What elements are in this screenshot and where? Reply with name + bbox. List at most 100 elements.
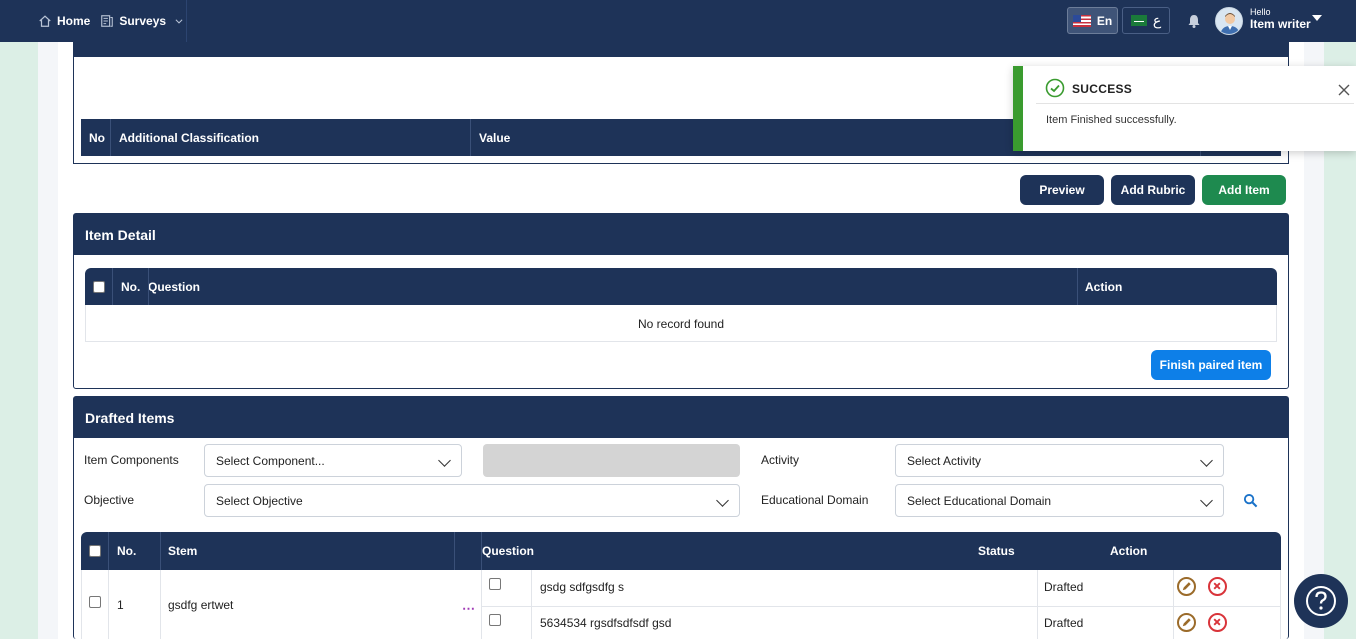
- question-status: Drafted: [1044, 616, 1084, 630]
- surveys-label: Surveys: [119, 14, 167, 28]
- divider: [1037, 570, 1038, 639]
- help-button[interactable]: [1294, 574, 1348, 628]
- pencil-icon: [1182, 618, 1191, 627]
- objective-value: Select Objective: [216, 493, 303, 508]
- divider: [148, 268, 149, 305]
- row-number: 1: [117, 598, 124, 612]
- edit-icon[interactable]: [1177, 577, 1196, 596]
- user-greeting[interactable]: Hello Item writer: [1250, 7, 1311, 31]
- drafted-items-title: Drafted Items: [74, 397, 1288, 438]
- chevron-down-icon: [438, 454, 451, 467]
- surveys-menu[interactable]: Surveys: [100, 14, 184, 28]
- select-all-cell: [89, 532, 101, 570]
- us-flag-icon: [1072, 14, 1091, 27]
- user-name: Item writer: [1250, 16, 1311, 31]
- col-status: Status: [978, 544, 1015, 558]
- avatar[interactable]: [1215, 7, 1243, 35]
- delete-icon[interactable]: [1208, 613, 1227, 632]
- divider: [454, 532, 455, 570]
- divider: [108, 532, 109, 570]
- close-icon: [1213, 582, 1221, 590]
- toast-title: SUCCESS: [1072, 82, 1133, 96]
- col-no: No: [81, 119, 111, 156]
- objective-select[interactable]: Select Objective: [204, 484, 740, 517]
- empty-message: No record found: [637, 317, 725, 331]
- user-avatar-icon: [1220, 13, 1240, 34]
- top-navbar: Home Surveys En ع Hello Item writer: [0, 0, 1356, 42]
- finish-paired-item-button[interactable]: Finish paired item: [1151, 350, 1271, 380]
- nav-links: Home Surveys: [38, 0, 184, 42]
- close-icon: [1213, 618, 1221, 626]
- user-menu-caret-icon[interactable]: [1312, 15, 1322, 21]
- divider: [1077, 268, 1078, 305]
- row-checkbox[interactable]: [89, 596, 101, 608]
- table-row: [81, 570, 1281, 639]
- disabled-field: [483, 444, 740, 477]
- toast-divider: [1036, 103, 1354, 104]
- divider: [1173, 570, 1174, 639]
- search-icon[interactable]: [1243, 493, 1258, 508]
- activity-select[interactable]: Select Activity: [895, 444, 1224, 477]
- close-icon[interactable]: [1338, 84, 1350, 96]
- classification-panel-header: [73, 42, 1289, 57]
- question-checkbox[interactable]: [489, 578, 501, 590]
- divider: [481, 570, 482, 639]
- divider: [112, 268, 113, 305]
- objective-label: Objective: [84, 493, 135, 507]
- col-question: Question: [482, 544, 535, 558]
- educational-domain-label: Educational Domain: [761, 493, 869, 507]
- language-en-label: En: [1096, 13, 1113, 28]
- item-components-label: Item Components: [84, 453, 179, 467]
- divider: [160, 532, 161, 570]
- col-question: Question: [148, 279, 201, 294]
- divider: [531, 570, 532, 639]
- question-status: Drafted: [1044, 580, 1084, 594]
- delete-icon[interactable]: [1208, 577, 1227, 596]
- add-item-button[interactable]: Add Item: [1202, 175, 1286, 205]
- drafted-table-header: No. Stem Question Status Action: [81, 532, 1281, 570]
- preview-button[interactable]: Preview: [1020, 175, 1104, 205]
- edit-icon[interactable]: [1177, 613, 1196, 632]
- educational-domain-select[interactable]: Select Educational Domain: [895, 484, 1224, 517]
- more-icon[interactable]: ⋯: [462, 601, 476, 617]
- item-detail-title: Item Detail: [74, 214, 1288, 255]
- divider: [160, 570, 161, 639]
- item-components-select[interactable]: Select Component...: [204, 444, 462, 477]
- add-rubric-button[interactable]: Add Rubric: [1111, 175, 1195, 205]
- toast-message: Item Finished successfully.: [1046, 114, 1177, 126]
- check-circle-icon: [1045, 78, 1065, 98]
- chevron-down-icon: [1200, 454, 1213, 467]
- surveys-icon: [101, 15, 114, 27]
- educational-domain-value: Select Educational Domain: [907, 493, 1052, 508]
- home-link[interactable]: Home: [38, 14, 90, 28]
- select-all-drafted-checkbox[interactable]: [89, 545, 101, 557]
- question-mark-icon: [1306, 586, 1336, 616]
- home-label: Home: [57, 14, 91, 28]
- col-action: Action: [1085, 279, 1123, 294]
- col-additional-classification: Additional Classification: [111, 119, 471, 156]
- chevron-down-icon: [716, 494, 729, 507]
- col-action: Action: [1110, 544, 1148, 558]
- divider: [481, 606, 1281, 607]
- language-ar-button[interactable]: ع: [1122, 7, 1170, 34]
- chevron-down-icon: [1200, 494, 1213, 507]
- saudi-flag-icon: [1130, 15, 1147, 26]
- home-icon: [39, 15, 51, 27]
- col-no: No.: [117, 544, 137, 558]
- item-detail-table-header: No. Question Action: [85, 268, 1277, 305]
- col-no: No.: [121, 279, 141, 294]
- success-toast: SUCCESS Item Finished successfully.: [1013, 66, 1356, 151]
- select-all-checkbox[interactable]: [93, 280, 105, 293]
- pencil-icon: [1182, 582, 1191, 591]
- nav-divider: [186, 0, 187, 42]
- divider: [108, 570, 109, 639]
- activity-label: Activity: [761, 453, 800, 467]
- chevron-down-icon: [175, 19, 183, 24]
- bell-icon[interactable]: [1186, 13, 1202, 29]
- question-text: gsdg sdfgsdfg s: [540, 580, 625, 594]
- item-components-value: Select Component...: [216, 453, 325, 468]
- question-checkbox[interactable]: [489, 614, 501, 626]
- language-ar-label: ع: [1152, 12, 1162, 28]
- language-en-button[interactable]: En: [1067, 7, 1118, 34]
- activity-value: Select Activity: [907, 453, 982, 468]
